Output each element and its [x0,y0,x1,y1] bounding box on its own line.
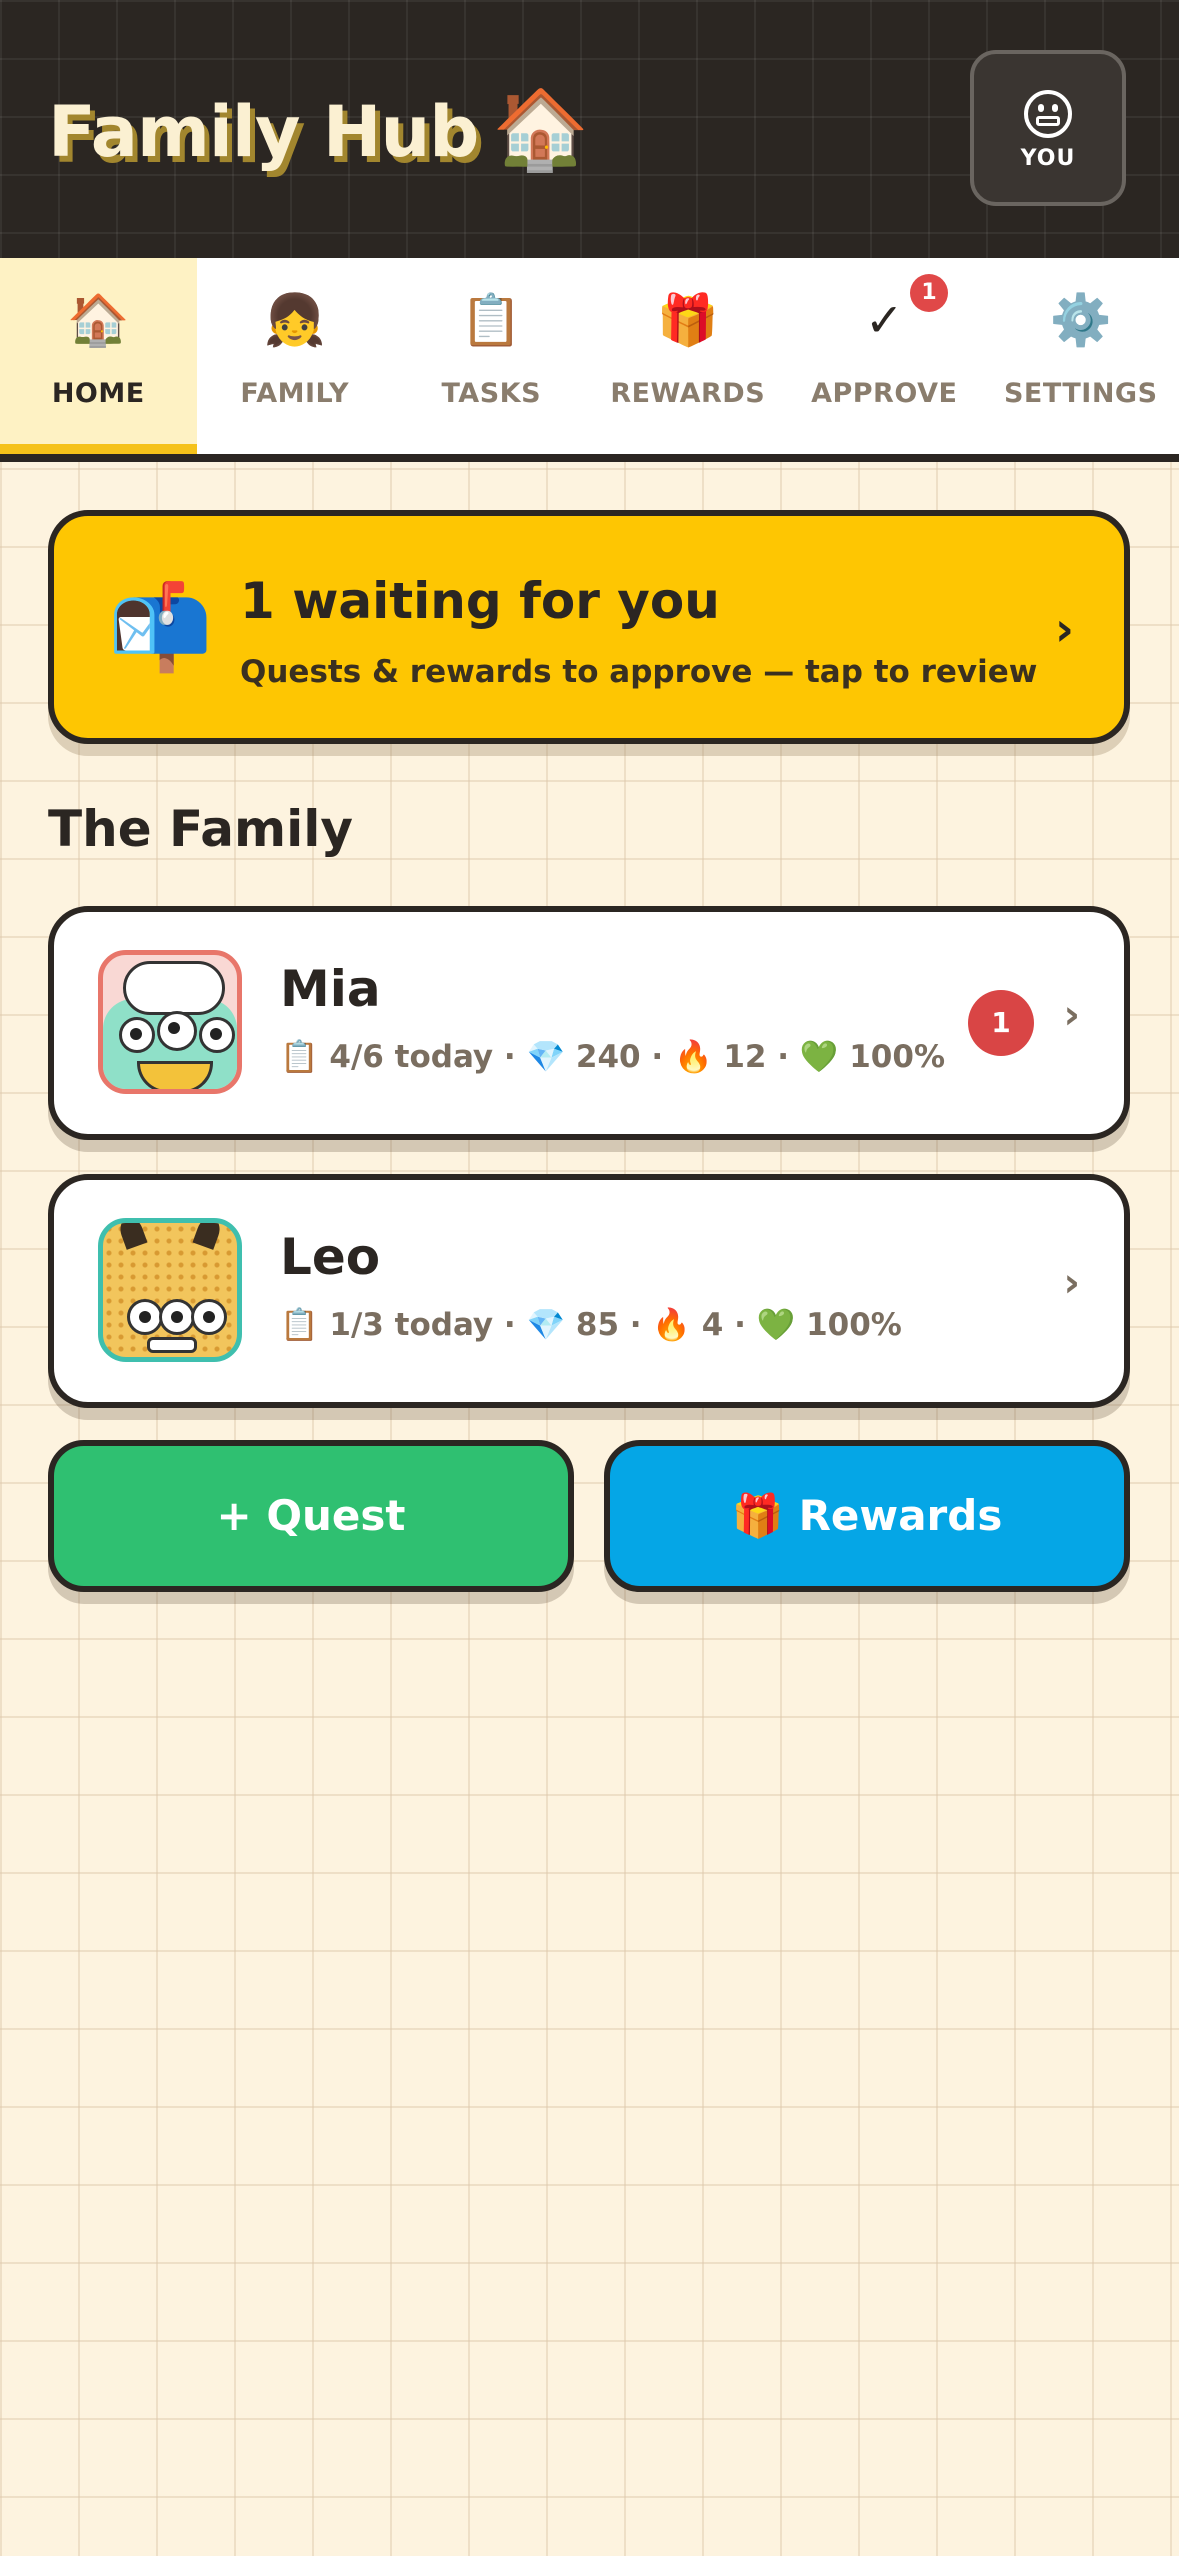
face-icon [1024,90,1072,138]
clipboard-icon: 📋 [460,291,523,349]
member-card-leo[interactable]: Leo 📋 1/3 today · 💎 85 · 🔥 4 · 💚 100% › [48,1174,1130,1408]
rewards-button[interactable]: 🎁 Rewards [604,1440,1130,1592]
approval-banner[interactable]: 📬 1 waiting for you Quests & rewards to … [48,510,1130,744]
tab-rewards[interactable]: 🎁 REWARDS [590,258,787,454]
tab-settings[interactable]: ⚙️ SETTINGS [983,258,1179,454]
tab-label: HOME [51,378,145,409]
chevron-right-icon: › [1055,602,1074,656]
member-stats: 📋 1/3 today · 💎 85 · 🔥 4 · 💚 100% [280,1307,902,1343]
checkmark-icon: ✓ [864,293,904,347]
avatar [98,1218,242,1362]
app-title: Family Hub 🏠 [48,84,590,176]
pending-count-badge: 1 [968,990,1034,1056]
profile-label: YOU [1020,146,1076,171]
tab-label: REWARDS [610,378,766,409]
chevron-right-icon: › [1063,1260,1080,1306]
member-stats: 📋 4/6 today · 💎 240 · 🔥 12 · 💚 100% [280,1039,946,1075]
tab-label: TASKS [441,378,542,409]
banner-subtitle: Quests & rewards to approve — tap to rev… [240,654,1038,690]
banner-title: 1 waiting for you [240,572,720,630]
tab-label: FAMILY [240,378,350,409]
member-name: Leo [280,1228,381,1286]
chevron-right-icon: › [1063,992,1080,1038]
app-title-text: Family Hub [48,91,479,173]
member-card-mia[interactable]: Mia 📋 4/6 today · 💎 240 · 🔥 12 · 💚 100% … [48,906,1130,1140]
tab-bar: 🏠 HOME 👧 FAMILY 📋 TASKS 🎁 REWARDS ✓ APPR… [0,258,1179,462]
mailbox-icon: 📬 [108,578,213,676]
tab-home[interactable]: 🏠 HOME [0,258,197,454]
app-header: Family Hub 🏠 YOU [0,0,1179,258]
member-name: Mia [280,960,381,1018]
avatar [98,950,242,1094]
approve-count-badge: 1 [910,274,948,312]
profile-button[interactable]: YOU [970,50,1126,206]
gift-icon: 🎁 [656,291,719,349]
tab-label: APPROVE [811,378,958,409]
house-icon: 🏠 [492,85,589,175]
add-quest-button[interactable]: + Quest [48,1440,574,1592]
tab-family[interactable]: 👧 FAMILY [197,258,394,454]
tab-label: SETTINGS [1003,378,1158,409]
gear-icon: ⚙️ [1049,291,1112,349]
section-title: The Family [48,800,353,858]
house-icon: 🏠 [67,291,130,349]
tab-approve[interactable]: ✓ APPROVE [786,258,983,454]
tab-tasks[interactable]: 📋 TASKS [393,258,590,454]
girl-icon: 👧 [263,291,326,349]
